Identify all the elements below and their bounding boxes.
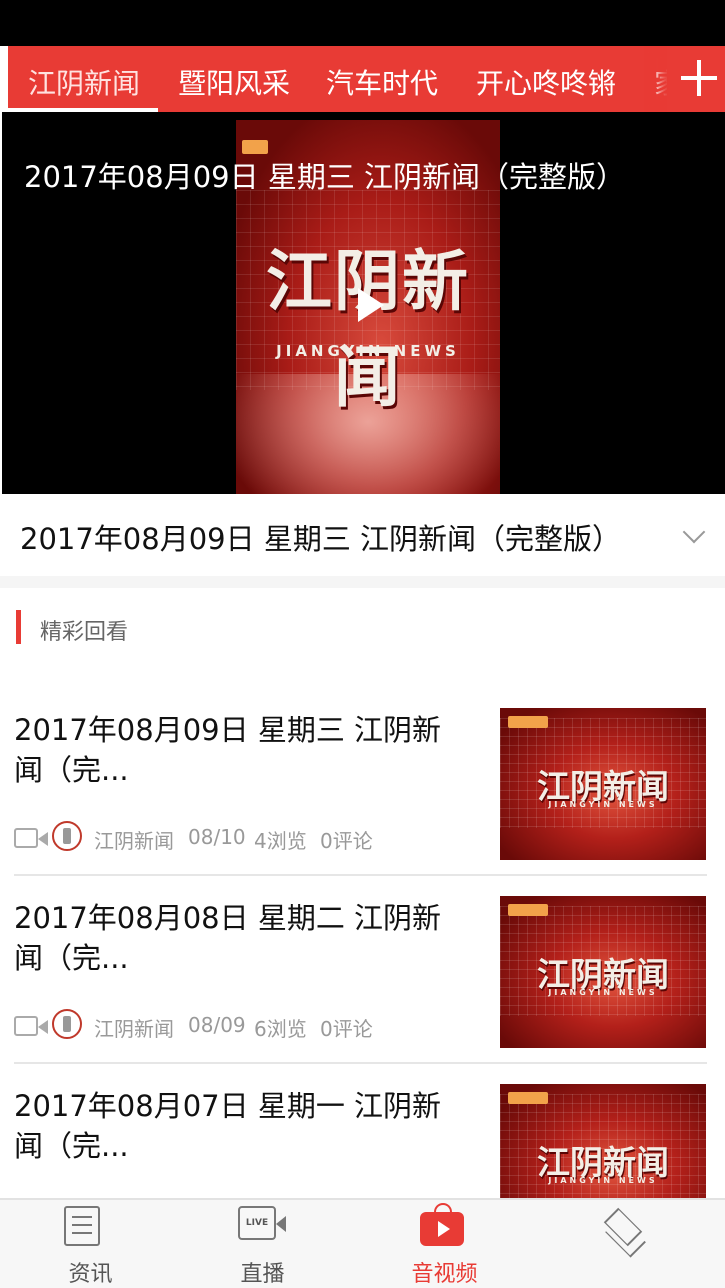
video-title: 2017年08月09日 星期三 江阴新闻（完整版） xyxy=(20,522,622,556)
item-title: 2017年08月07日 星期一 江阴新闻（完... xyxy=(14,1089,442,1163)
video-camera-icon xyxy=(14,828,48,848)
nav-label: 资讯 xyxy=(68,1262,113,1287)
item-comments: 0评论 xyxy=(320,829,373,853)
add-channel-icon[interactable] xyxy=(679,58,719,98)
list-item[interactable]: 2017年08月09日 星期三 江阴新闻（完... 江阴新闻 08/10 4浏览… xyxy=(0,688,725,876)
item-thumbnail: 江阴新闻 JIANGYIN NEWS xyxy=(500,708,706,860)
section-divider xyxy=(0,576,725,588)
nav-label: 直播 xyxy=(240,1262,285,1287)
tab-jiangyin-news[interactable]: 江阴新闻 xyxy=(28,62,140,102)
status-bar xyxy=(0,0,725,46)
play-icon[interactable] xyxy=(358,288,384,322)
thumb-subtitle: JIANGYIN NEWS xyxy=(548,988,658,997)
chevron-down-icon[interactable] xyxy=(682,520,706,544)
station-logo-icon xyxy=(242,140,268,154)
bottom-navigation: 资讯 LIVE 直播 音视频 xyxy=(0,1198,725,1288)
nav-label: 音视频 xyxy=(411,1262,478,1287)
section-title: 精彩回看 xyxy=(40,620,129,645)
video-overlay-title: 2017年08月09日 星期三 江阴新闻（完整版） xyxy=(24,160,626,194)
station-logo-icon xyxy=(508,904,548,916)
section-accent-bar xyxy=(16,610,21,644)
tab-jiyang-fengcai[interactable]: 暨阳风采 xyxy=(178,62,290,102)
nav-live[interactable]: LIVE 直播 xyxy=(172,1200,353,1288)
nav-news[interactable]: 资讯 xyxy=(0,1200,181,1288)
tv-play-icon xyxy=(420,1203,464,1246)
item-title: 2017年08月08日 星期二 江阴新闻（完... xyxy=(14,901,442,975)
item-thumbnail: 江阴新闻 JIANGYIN NEWS xyxy=(500,896,706,1048)
item-date: 08/10 xyxy=(188,825,246,849)
poster-title: 江阴新闻 xyxy=(266,243,470,416)
nav-audio-video[interactable]: 音视频 xyxy=(354,1200,535,1288)
channel-tab-bar: 江阴新闻 暨阳风采 汽车时代 开心咚咚锵 家 xyxy=(8,46,725,112)
section-header: 精彩回看 xyxy=(0,588,725,668)
item-channel: 江阴新闻 xyxy=(94,1017,174,1041)
news-icon xyxy=(64,1206,100,1246)
thumb-subtitle: JIANGYIN NEWS xyxy=(548,800,658,809)
item-views: 4浏览 xyxy=(254,829,307,853)
poster-subtitle: JIANGYIN NEWS xyxy=(276,342,460,360)
item-date: 08/09 xyxy=(188,1013,246,1037)
item-channel: 江阴新闻 xyxy=(94,829,174,853)
item-views: 6浏览 xyxy=(254,1017,307,1041)
channel-logo-icon xyxy=(52,821,82,851)
live-icon: LIVE xyxy=(238,1206,286,1240)
layers-icon xyxy=(603,1207,643,1247)
item-comments: 0评论 xyxy=(320,1017,373,1041)
list-item[interactable]: 2017年08月08日 星期二 江阴新闻（完... 江阴新闻 08/09 6浏览… xyxy=(0,876,725,1064)
video-info-bar: 2017年08月09日 星期三 江阴新闻（完整版） xyxy=(0,494,725,576)
video-player[interactable]: 江阴新闻 JIANGYIN NEWS 2017年08月09日 星期三 江阴新闻（… xyxy=(2,112,725,494)
video-camera-icon xyxy=(14,1016,48,1036)
item-title: 2017年08月09日 星期三 江阴新闻（完... xyxy=(14,713,442,787)
station-logo-icon xyxy=(508,716,548,728)
station-logo-icon xyxy=(508,1092,548,1104)
tab-kaixin-dongdongqiang[interactable]: 开心咚咚锵 xyxy=(476,62,616,102)
channel-logo-icon xyxy=(52,1009,82,1039)
tab-auto-era[interactable]: 汽车时代 xyxy=(326,62,438,102)
thumb-subtitle: JIANGYIN NEWS xyxy=(548,1176,658,1185)
nav-more[interactable] xyxy=(536,1200,717,1288)
